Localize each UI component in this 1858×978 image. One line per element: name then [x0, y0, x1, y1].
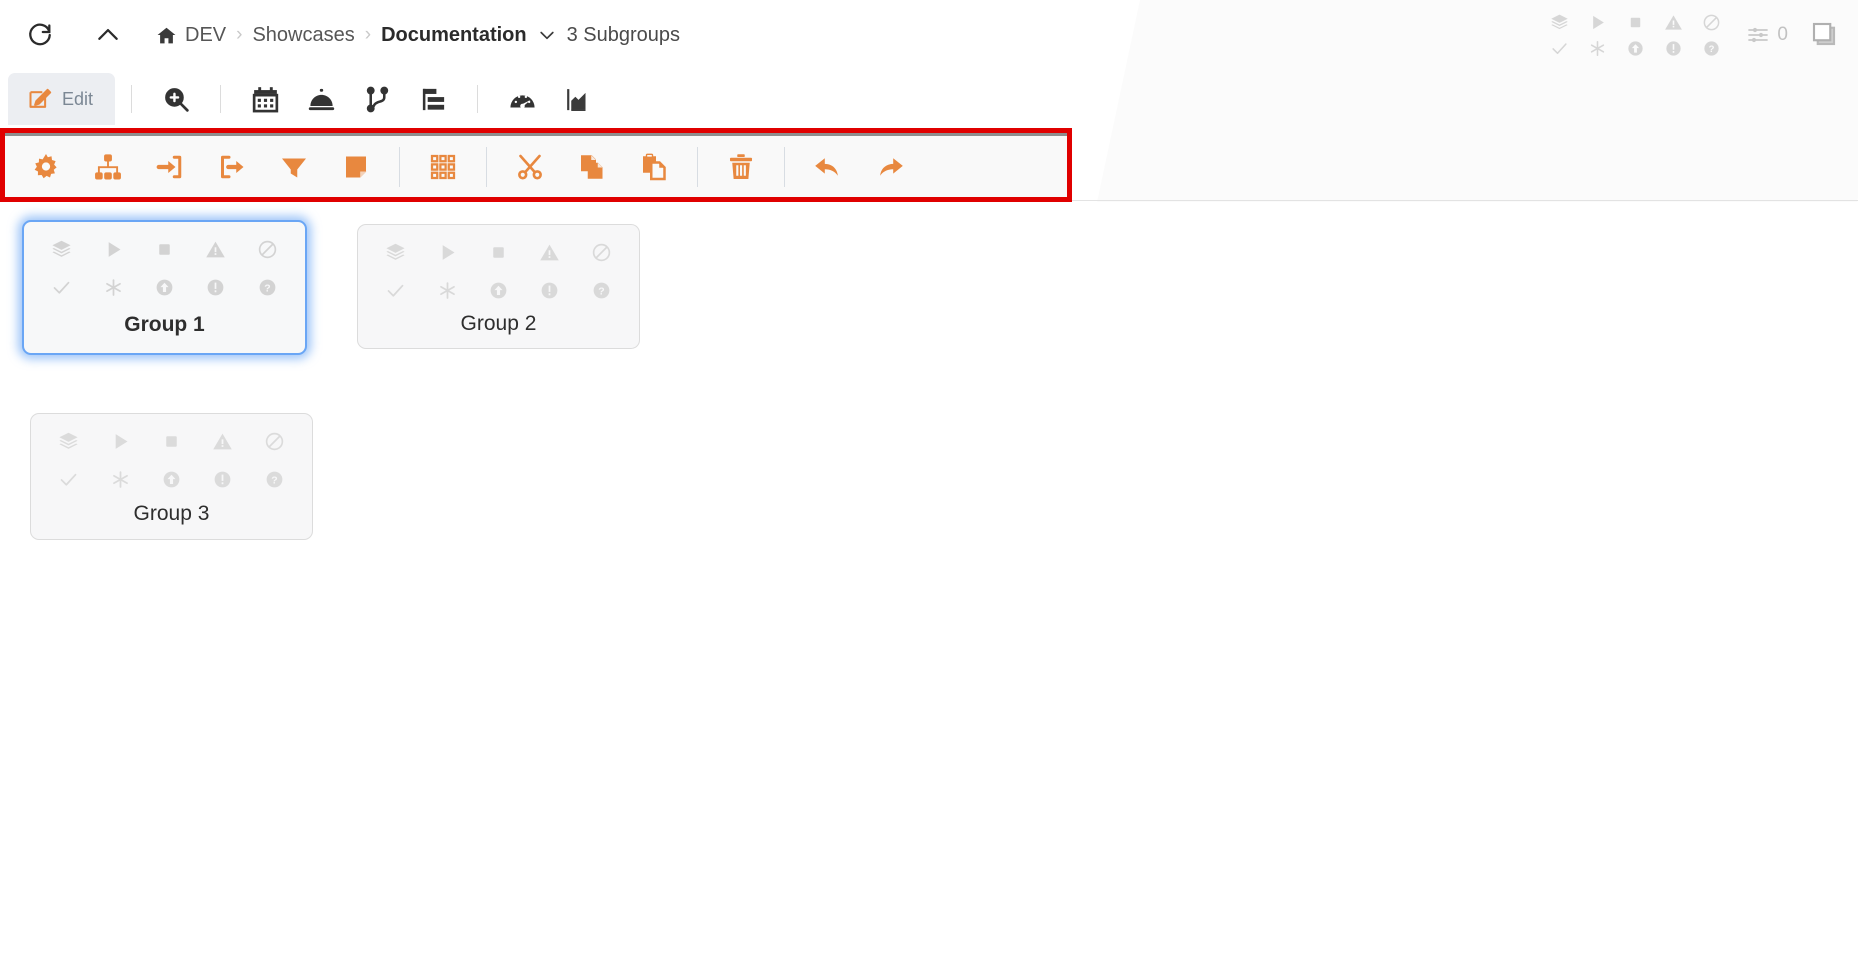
home-icon[interactable] [156, 25, 177, 46]
warning-triangle-icon [539, 242, 560, 263]
arrow-up-circle-icon [161, 469, 182, 490]
svg-text:?: ? [598, 285, 604, 297]
layers-icon [385, 242, 406, 263]
warning-triangle-icon [212, 431, 233, 452]
chart-button[interactable] [550, 75, 606, 123]
warning-triangle-icon [205, 239, 226, 260]
service-bell-icon [307, 85, 336, 114]
exclamation-circle-icon [539, 280, 560, 301]
layers-icon [51, 239, 72, 260]
breadcrumb-separator: › [364, 24, 372, 45]
chevron-down-icon[interactable] [537, 25, 557, 45]
group-status-icons: ? [24, 222, 305, 306]
play-icon [110, 431, 131, 452]
ban-icon [264, 431, 285, 452]
check-icon [58, 469, 79, 490]
highlight-box [0, 128, 1072, 202]
group-status-icons: ? [31, 414, 312, 498]
app-root: DEV › Showcases › Documentation 3 Subgro… [0, 0, 1858, 978]
toolbar-divider [477, 85, 479, 113]
breadcrumb-separator: › [236, 24, 243, 45]
question-circle-icon: ? [257, 277, 278, 298]
breadcrumb-item-dev[interactable]: DEV [185, 24, 226, 47]
stop-icon [1626, 13, 1645, 32]
question-circle-icon: ? [591, 280, 612, 301]
play-icon [103, 239, 124, 260]
question-circle-icon: ? [1702, 39, 1721, 58]
exclamation-circle-icon [212, 469, 233, 490]
refresh-button[interactable] [18, 13, 62, 57]
refresh-icon [27, 22, 53, 48]
calendar-icon [251, 85, 280, 114]
layers-icon [58, 431, 79, 452]
status-cluster: ? 0 [1540, 0, 1844, 70]
edit-tab-label: Edit [62, 88, 94, 109]
ban-icon [591, 242, 612, 263]
layers-icon [1550, 13, 1569, 32]
arrow-up-circle-icon [488, 280, 509, 301]
stop-icon [161, 431, 182, 452]
window-copy-icon [1810, 20, 1840, 50]
play-icon [437, 242, 458, 263]
window-copy-button[interactable] [1810, 20, 1840, 50]
stop-icon [488, 242, 509, 263]
toolbar-divider [220, 85, 222, 113]
question-circle-icon: ? [264, 469, 285, 490]
group-title: Group 1 [124, 312, 205, 336]
group-title: Group 3 [133, 501, 210, 525]
sliders-icon [1746, 23, 1770, 47]
status-icon-grid: ? [1540, 9, 1730, 61]
asterisk-icon [103, 277, 124, 298]
exclamation-circle-icon [1664, 39, 1683, 58]
ban-icon [1702, 13, 1721, 32]
filter-control[interactable]: 0 [1746, 23, 1788, 47]
play-icon [1588, 13, 1607, 32]
chevron-up-icon [95, 22, 121, 48]
asterisk-icon [1588, 39, 1607, 58]
collapse-button[interactable] [86, 13, 130, 57]
area-chart-icon [564, 85, 593, 114]
breadcrumb: DEV › Showcases › Documentation 3 Subgro… [156, 24, 680, 47]
breadcrumb-item-showcases[interactable]: Showcases [252, 24, 354, 47]
svg-text:?: ? [264, 282, 270, 294]
toolbar-divider [131, 85, 133, 113]
group-card-2[interactable]: ? Group 2 [357, 224, 640, 349]
calendar-button[interactable] [237, 75, 293, 123]
check-icon [385, 280, 406, 301]
zoom-in-button[interactable] [148, 75, 204, 123]
gauge-icon [508, 85, 537, 114]
git-branch-icon [363, 85, 392, 114]
arrow-up-circle-icon [154, 277, 175, 298]
check-icon [51, 277, 72, 298]
edit-pencil-icon [26, 86, 53, 113]
toolbar-bottom-divider [1072, 200, 1858, 201]
filter-count-value: 0 [1777, 24, 1788, 45]
ban-icon [257, 239, 278, 260]
service-button[interactable] [293, 75, 349, 123]
edit-tab[interactable]: Edit [8, 73, 116, 125]
asterisk-icon [437, 280, 458, 301]
warning-triangle-icon [1664, 13, 1683, 32]
group-canvas[interactable]: ? Group 1 ? Group 2 ? Group 3 [0, 202, 1858, 978]
group-card-1[interactable]: ? Group 1 [22, 220, 307, 355]
group-card-3[interactable]: ? Group 3 [30, 413, 313, 540]
gantt-bars-icon [419, 85, 448, 114]
subgroups-label: 3 Subgroups [566, 23, 681, 46]
arrow-up-circle-icon [1626, 39, 1645, 58]
svg-text:?: ? [1709, 44, 1715, 55]
svg-text:?: ? [271, 474, 277, 486]
magnifier-plus-icon [162, 85, 191, 114]
asterisk-icon [110, 469, 131, 490]
gantt-button[interactable] [405, 75, 461, 123]
check-icon [1550, 39, 1569, 58]
dashboard-button[interactable] [494, 75, 550, 123]
branch-button[interactable] [349, 75, 405, 123]
view-toolbar: Edit [0, 70, 1858, 128]
breadcrumb-item-documentation[interactable]: Documentation [381, 24, 527, 47]
stop-icon [154, 239, 175, 260]
exclamation-circle-icon [205, 277, 226, 298]
group-status-icons: ? [358, 225, 639, 309]
group-title: Group 2 [460, 311, 537, 335]
